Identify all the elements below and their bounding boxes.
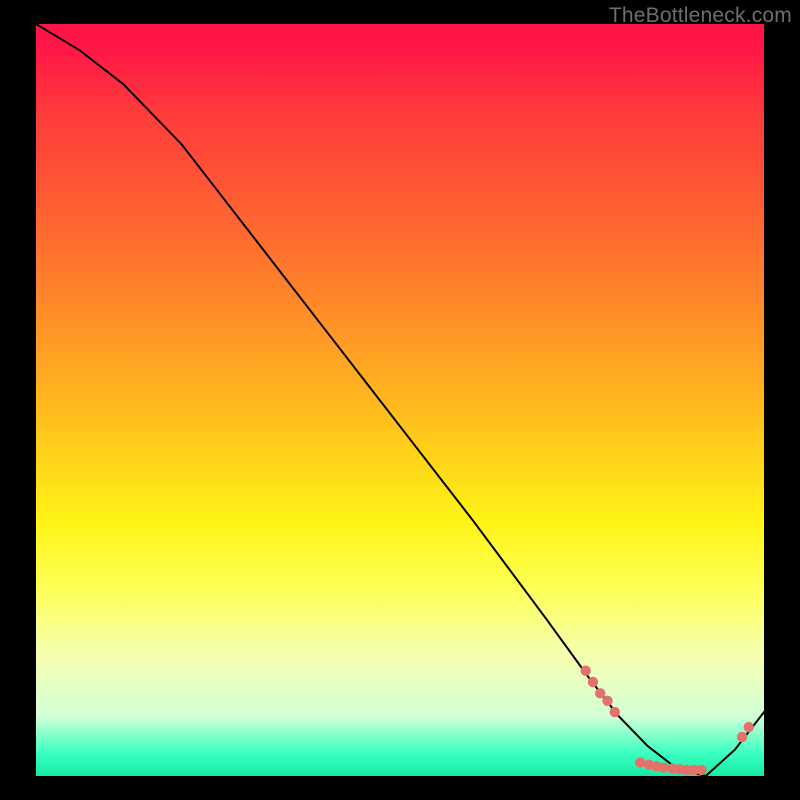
data-marker — [635, 757, 645, 767]
bottleneck-curve — [36, 24, 764, 776]
data-marker — [588, 677, 598, 687]
data-marker — [696, 765, 706, 775]
data-marker — [602, 696, 612, 706]
plot-area — [36, 24, 764, 776]
attribution-text: TheBottleneck.com — [609, 4, 792, 28]
data-marker — [595, 688, 605, 698]
marker-group — [580, 666, 753, 776]
chart-svg — [36, 24, 764, 776]
data-marker — [744, 722, 754, 732]
data-marker — [610, 707, 620, 717]
data-marker — [737, 732, 747, 742]
chart-stage: TheBottleneck.com — [0, 0, 800, 800]
data-marker — [580, 666, 590, 676]
